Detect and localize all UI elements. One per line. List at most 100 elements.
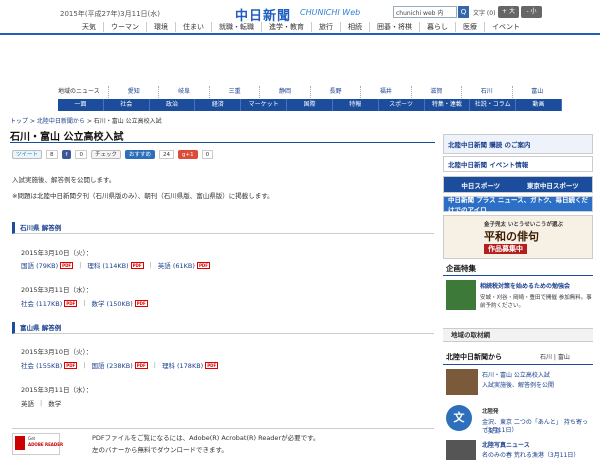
top-nav-item[interactable]: 進学・教育 [262, 22, 312, 32]
breadcrumb-sep: > [29, 118, 37, 125]
news-category: 北陸発 [482, 409, 499, 415]
hokuriku-region-links[interactable]: 石川 | 富山 [540, 352, 570, 361]
event-banner[interactable]: 北陸中日新聞 イベント情報 [443, 156, 593, 172]
heiwa-haiku-banner[interactable]: 金子兜太 いとうせいこうが選ぶ 平和の俳句 作品募集中 [443, 215, 593, 259]
google-plus-count: 0 [201, 150, 214, 159]
special-feature-heading: 企画特集 [446, 264, 476, 273]
category-nav-item[interactable]: 特報 [333, 99, 379, 111]
heading-divider [443, 275, 593, 276]
chunichi-plus-banner[interactable]: 中日新聞 プラス ニュース、ガトク、毎日続くだけでのアイロ [443, 196, 593, 214]
pdf-icon: PDF [134, 299, 148, 307]
local-network-link[interactable]: 地域の取材網 [443, 328, 593, 342]
category-nav-item[interactable]: 特集・連載 [425, 99, 471, 111]
page-title: 石川・富山 公立高校入試 [10, 132, 124, 143]
social-buttons: ツイート 8 f 0 チェック おすすめ 24 g+1 0 [12, 150, 214, 159]
mixi-check-button[interactable]: チェック [90, 150, 121, 159]
news-link[interactable]: 入試実施後、解答例を公開 [482, 380, 554, 389]
region-nav-item[interactable]: 富山 [511, 86, 562, 98]
category-nav-item[interactable]: 社会 [104, 99, 150, 111]
top-nav: 天気 ウーマン 環境 住まい 就職・転職 進学・教育 旅行 相続 囲碁・将棋 暮… [75, 22, 527, 32]
category-nav-item[interactable]: 政治 [150, 99, 196, 111]
answer-file-list: 社会 (155KB) PDF | 国語 (238KB) PDF | 理科 (178K… [21, 360, 219, 370]
header-divider [0, 33, 600, 35]
top-nav-item[interactable]: イベント [485, 22, 527, 32]
breadcrumb-parent[interactable]: 北陸中日新聞から [37, 118, 85, 125]
region-nav-item[interactable]: 福井 [360, 86, 410, 98]
answer-file-link[interactable]: 理科 (114KB) [87, 260, 128, 270]
category-nav-item[interactable]: スポーツ [379, 99, 425, 111]
answer-file-link[interactable]: 国語 (238KB) [91, 360, 132, 370]
hokuriku-badge-icon: 文 [446, 405, 472, 431]
region-nav-item[interactable]: 石川 [461, 86, 511, 98]
search-input[interactable]: chunichi web 内 [393, 6, 457, 18]
category-nav-item[interactable]: 国際 [287, 99, 333, 111]
top-nav-item[interactable]: 環境 [147, 22, 176, 32]
news-link[interactable]: 石川・富山 公立高校入試 [482, 370, 550, 379]
category-nav-item[interactable]: 一面 [58, 99, 104, 111]
breadcrumb-home[interactable]: トップ [10, 118, 28, 125]
news-link[interactable]: 名のみの春 荒れる漁港（3月11日） [482, 450, 579, 459]
tweet-count: 8 [46, 150, 58, 159]
exam-date: 2015年3月11日（水）： [21, 386, 93, 394]
region-nav-item[interactable]: 静岡 [259, 86, 309, 98]
top-nav-item[interactable]: ウーマン [104, 22, 147, 32]
pdf-icon: PDF [64, 361, 78, 369]
chunichi-sports-banner[interactable]: 中日スポーツ 東京中日スポーツ [443, 176, 593, 193]
category-nav-item[interactable]: 社説・コラム [470, 99, 517, 111]
facebook-like-icon[interactable]: f [61, 150, 72, 159]
top-nav-item[interactable]: 天気 [75, 22, 104, 32]
breadcrumb-sep: > [86, 118, 94, 125]
pdf-icon: PDF [205, 361, 219, 369]
feature-thumbnail[interactable] [446, 280, 476, 310]
facebook-count: 0 [75, 150, 87, 159]
answer-file-link[interactable]: 国語 (79KB) [21, 260, 58, 270]
haiku-banner-call: 作品募集中 [484, 244, 527, 254]
region-nav-item[interactable]: 愛知 [108, 86, 158, 98]
osusume-button[interactable]: おすすめ [124, 150, 155, 159]
chunichi-sports-label: 中日スポーツ [461, 181, 501, 190]
intro-note: ※問題は北陸中日新聞夕刊（石川県版のみ）、朝刊（石川県版、富山県版）に掲載します… [12, 192, 274, 200]
google-plus-button[interactable]: g+1 [177, 150, 198, 159]
answer-file-text: 英語 [21, 400, 34, 408]
answer-file-link[interactable]: 英語 (61KB) [158, 260, 195, 270]
exam-date: 2015年3月11日（水）： [21, 286, 93, 294]
intro-text: 入試実施後、解答例を公開します。 [12, 176, 116, 184]
category-nav-item[interactable]: 動画 [516, 99, 562, 111]
toyama-heading: 富山県 解答例 [12, 322, 434, 334]
region-nav-label: 地域のニュース [58, 88, 100, 95]
region-nav-item[interactable]: 長野 [309, 86, 360, 98]
top-nav-item[interactable]: 暮らし [420, 22, 456, 32]
answer-file-link[interactable]: 社会 (155KB) [21, 360, 62, 370]
top-nav-item[interactable]: 住まい [176, 22, 212, 32]
feature-title-link[interactable]: 相続税対策を始めるための勉強会 [480, 281, 592, 290]
answer-file-link[interactable]: 数学 (150KB) [91, 298, 132, 308]
pdf-note: PDFファイルをご覧になるには、Adobe(R) Acrobat(R) Read… [92, 434, 320, 442]
answer-file-list: 国語 (79KB) PDF | 理科 (114KB) PDF | 英語 (61KB)… [21, 260, 210, 270]
text-bigger-button[interactable]: + 大 [498, 6, 519, 18]
ishikawa-heading: 石川県 解答例 [12, 222, 434, 234]
news-thumbnail[interactable] [446, 440, 476, 460]
site-logo-sub[interactable]: CHUNICHI Web [300, 8, 360, 17]
search-button[interactable]: Q [458, 6, 469, 18]
subscription-banner[interactable]: 北陸中日新聞 購読 のご案内 [443, 134, 593, 154]
top-nav-item[interactable]: 就職・転職 [212, 22, 262, 32]
osusume-count: 24 [158, 150, 174, 159]
news-category-link[interactable]: 北陸写真ニュース [482, 440, 530, 449]
title-divider [10, 142, 435, 143]
region-nav-item[interactable]: 三重 [208, 86, 259, 98]
top-nav-item[interactable]: 医療 [456, 22, 485, 32]
answer-file-link[interactable]: 社会 (117KB) [21, 298, 62, 308]
top-nav-item[interactable]: 相続 [341, 22, 370, 32]
category-nav-item[interactable]: マーケット [241, 99, 288, 111]
tweet-button[interactable]: ツイート [12, 150, 43, 159]
top-nav-item[interactable]: 旅行 [312, 22, 341, 32]
answer-file-list: 英語 | 数学 [21, 399, 62, 408]
text-smaller-button[interactable]: - 小 [521, 6, 542, 18]
news-thumbnail[interactable] [446, 369, 478, 395]
region-nav-item[interactable]: 岐阜 [158, 86, 208, 98]
category-nav-item[interactable]: 経済 [195, 99, 242, 111]
pdf-icon: PDF [196, 261, 210, 269]
answer-file-link[interactable]: 理科 (178KB) [162, 360, 203, 370]
region-nav-item[interactable]: 滋賀 [410, 86, 461, 98]
top-nav-item[interactable]: 囲碁・将棋 [370, 22, 420, 32]
